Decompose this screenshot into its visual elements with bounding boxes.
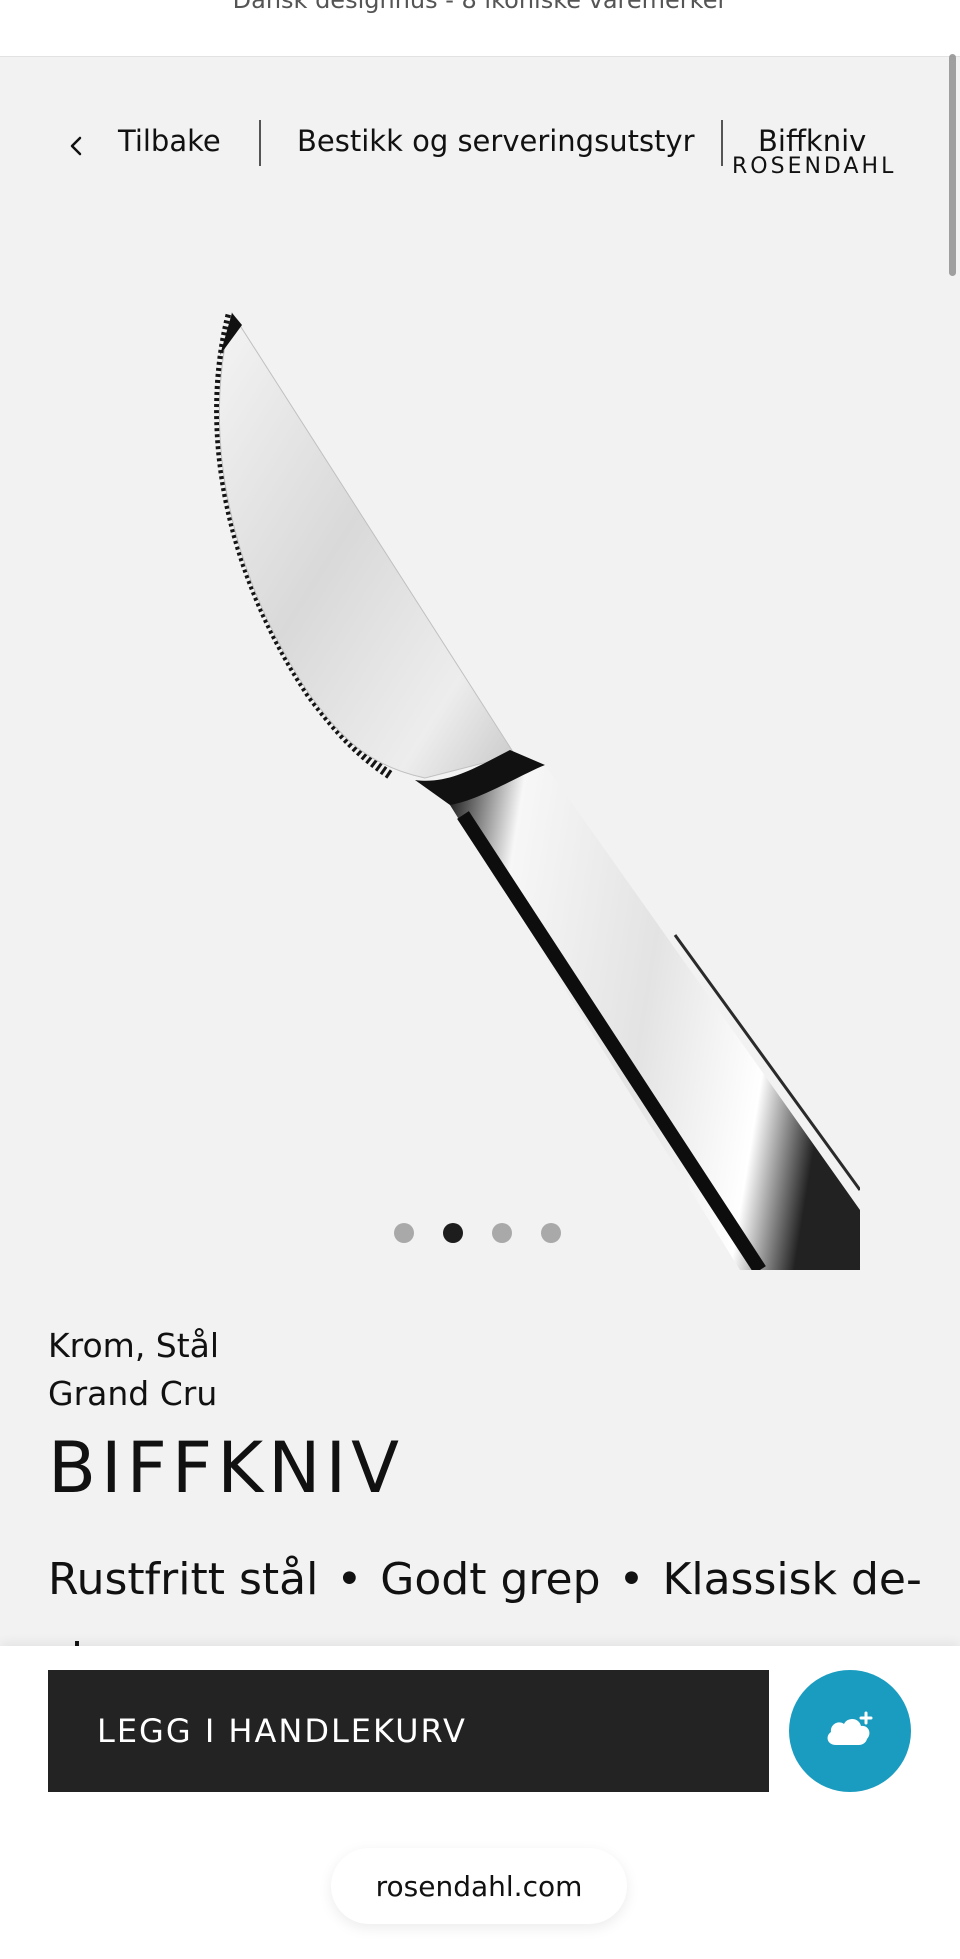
wishlist-button[interactable] bbox=[789, 1670, 911, 1792]
gallery-dot-active[interactable] bbox=[443, 1223, 463, 1243]
back-label: Tilbake bbox=[118, 124, 221, 158]
breadcrumb: Tilbake Bestikk og serveringsutstyr Biff… bbox=[0, 110, 960, 180]
feature-item: Rustfritt stål bbox=[48, 1554, 319, 1605]
breadcrumb-separator bbox=[721, 120, 723, 166]
gallery-dot[interactable] bbox=[394, 1223, 414, 1243]
product-series: Grand Cru bbox=[48, 1374, 218, 1413]
feature-item: Klassisk de- bbox=[662, 1554, 922, 1605]
back-link[interactable]: Tilbake bbox=[66, 124, 221, 158]
gallery-dot[interactable] bbox=[541, 1223, 561, 1243]
breadcrumb-current: Biffkniv bbox=[758, 124, 867, 158]
chevron-left-icon bbox=[66, 130, 88, 156]
feature-bullet: • bbox=[336, 1554, 363, 1605]
gallery-dot[interactable] bbox=[492, 1223, 512, 1243]
brand-logo: ROSENDAHL bbox=[732, 154, 897, 179]
product-title: BIFFKNIV bbox=[48, 1427, 404, 1509]
url-bar[interactable]: rosendahl.com bbox=[331, 1848, 627, 1924]
product-material: Krom, Stål bbox=[48, 1326, 220, 1365]
product-image[interactable] bbox=[160, 295, 860, 1270]
cloud-plus-icon bbox=[822, 1709, 878, 1753]
breadcrumb-category[interactable]: Bestikk og serveringsutstyr bbox=[297, 124, 695, 158]
top-banner-text: Dansk designhus - 8 ikoniske varemerker bbox=[232, 0, 728, 14]
top-banner: Dansk designhus - 8 ikoniske varemerker bbox=[0, 0, 960, 57]
breadcrumb-separator bbox=[259, 120, 261, 166]
gallery-pagination bbox=[0, 1223, 960, 1245]
add-to-cart-button[interactable]: LEGG I HANDLEKURV bbox=[48, 1670, 769, 1792]
bottom-action-bar: LEGG I HANDLEKURV rosendahl.com bbox=[0, 1646, 960, 1959]
product-features: Rustfritt stål•Godt grep•Klassisk de-sig… bbox=[48, 1540, 928, 1650]
feature-item: Godt grep bbox=[380, 1554, 601, 1605]
feature-bullet: • bbox=[618, 1554, 645, 1605]
